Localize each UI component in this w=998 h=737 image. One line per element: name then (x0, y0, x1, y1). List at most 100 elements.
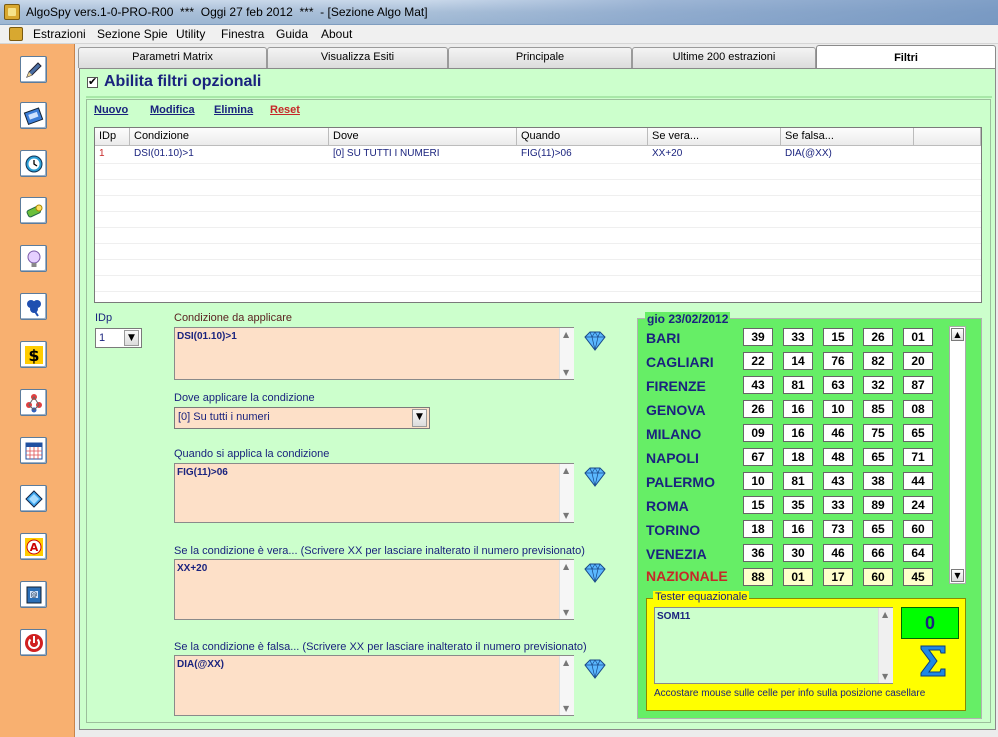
number-cell[interactable]: 64 (903, 544, 933, 562)
menu-guida[interactable]: Guida (276, 27, 308, 41)
number-cell[interactable]: 15 (743, 496, 773, 514)
cell-quando[interactable]: FIG(11)>06 (517, 148, 572, 159)
filters-table[interactable]: IDp Condizione Dove Quando Se vera... Se… (94, 127, 982, 303)
power-icon[interactable] (20, 629, 47, 656)
number-cell[interactable]: 46 (823, 544, 853, 562)
scrollbar[interactable]: ▲ ▼ (878, 608, 893, 683)
number-cell[interactable]: 63 (823, 376, 853, 394)
abilita-filtri-checkbox[interactable] (87, 75, 98, 88)
number-cell[interactable]: 87 (903, 376, 933, 394)
scrollbar[interactable]: ▲ ▼ (559, 464, 574, 522)
tab-parametri-matrix[interactable]: Parametri Matrix (78, 47, 267, 68)
diamond-icon[interactable] (582, 561, 608, 585)
number-cell[interactable]: 76 (823, 352, 853, 370)
tab-principale[interactable]: Principale (448, 47, 632, 68)
torch-icon[interactable] (20, 197, 47, 224)
book-icon[interactable] (20, 102, 47, 129)
number-cell[interactable]: 18 (743, 520, 773, 538)
app-icon[interactable] (4, 4, 20, 20)
calendar-icon[interactable] (20, 437, 47, 464)
number-cell[interactable]: 24 (903, 496, 933, 514)
tester-textarea[interactable]: SOM11 ▲ ▼ (654, 607, 893, 684)
number-cell[interactable]: 71 (903, 448, 933, 466)
number-cell[interactable]: 16 (783, 400, 813, 418)
scroll-up-icon[interactable]: ▲ (882, 610, 888, 619)
number-cell[interactable]: 35 (783, 496, 813, 514)
number-cell-nazionale[interactable]: 60 (863, 568, 893, 586)
number-cell[interactable]: 10 (823, 400, 853, 418)
number-cell[interactable]: 67 (743, 448, 773, 466)
number-cell[interactable]: 65 (863, 448, 893, 466)
scroll-down-icon[interactable]: ▼ (882, 672, 888, 681)
cell-se-falsa[interactable]: DIA(@XX) (781, 148, 832, 159)
diamond-icon[interactable] (582, 465, 608, 489)
number-cell-nazionale[interactable]: 17 (823, 568, 853, 586)
column-header-se-falsa[interactable]: Se falsa... (781, 128, 914, 146)
cell-se-vera[interactable]: XX+20 (648, 148, 682, 159)
column-header-condizione[interactable]: Condizione (130, 128, 329, 146)
lightbulb-icon[interactable] (20, 245, 47, 272)
clock-icon[interactable] (20, 150, 47, 177)
number-cell[interactable]: 36 (743, 544, 773, 562)
number-cell[interactable]: 81 (783, 376, 813, 394)
letter-a-icon[interactable]: A (20, 533, 47, 560)
number-cell[interactable]: 18 (783, 448, 813, 466)
number-cell[interactable]: 22 (743, 352, 773, 370)
scroll-down-icon[interactable]: ▼ (563, 608, 569, 617)
number-cell[interactable]: 08 (903, 400, 933, 418)
scroll-up-icon[interactable]: ▲ (563, 658, 569, 667)
number-cell[interactable]: 16 (783, 424, 813, 442)
scroll-down-icon[interactable]: ▼ (563, 704, 569, 713)
column-header-dove[interactable]: Dove (329, 128, 517, 146)
number-cell[interactable]: 75 (863, 424, 893, 442)
tab-visualizza-esiti[interactable]: Visualizza Esiti (267, 47, 448, 68)
number-cell[interactable]: 43 (743, 376, 773, 394)
dove-select[interactable]: [0] Su tutti i numeri ▼ (174, 407, 430, 429)
modifica-link[interactable]: Modifica (150, 104, 195, 116)
extraction-scrollbar[interactable]: ▲ ▼ (949, 326, 966, 584)
number-cell[interactable]: 10 (743, 472, 773, 490)
number-cell[interactable]: 89 (863, 496, 893, 514)
number-cell[interactable]: 43 (823, 472, 853, 490)
number-cell[interactable]: 85 (863, 400, 893, 418)
idp-select[interactable]: 1 ▼ (95, 328, 142, 348)
column-header-idp[interactable]: IDp (95, 128, 130, 146)
number-cell-nazionale[interactable]: 01 (783, 568, 813, 586)
chevron-down-icon[interactable]: ▼ (412, 409, 427, 427)
network-icon[interactable] (20, 389, 47, 416)
number-cell[interactable]: 20 (903, 352, 933, 370)
number-cell[interactable]: 14 (783, 352, 813, 370)
cell-idp[interactable]: 1 (95, 148, 105, 159)
mdi-child-icon[interactable] (9, 27, 23, 41)
diamond-icon[interactable] (582, 657, 608, 681)
elimina-link[interactable]: Elimina (214, 104, 253, 116)
scroll-up-icon[interactable]: ▲ (563, 466, 569, 475)
number-cell[interactable]: 26 (863, 328, 893, 346)
number-cell[interactable]: 01 (903, 328, 933, 346)
number-cell[interactable]: 44 (903, 472, 933, 490)
menu-estrazioni[interactable]: Estrazioni (33, 27, 86, 41)
reset-link[interactable]: Reset (270, 104, 300, 116)
number-cell[interactable]: 65 (863, 520, 893, 538)
abilita-filtri-label[interactable]: Abilita filtri opzionali (104, 73, 261, 91)
cell-condizione[interactable]: DSI(01.10)>1 (130, 148, 194, 159)
scroll-up-icon[interactable]: ▲ (563, 562, 569, 571)
se-vera-textarea[interactable]: XX+20 ▲ ▼ (174, 559, 574, 620)
scrollbar[interactable]: ▲ ▼ (559, 656, 574, 715)
scroll-up-icon[interactable]: ▲ (563, 330, 569, 339)
scroll-down-icon[interactable]: ▼ (563, 511, 569, 520)
se-falsa-textarea[interactable]: DIA(@XX) ▲ ▼ (174, 655, 574, 716)
column-header-quando[interactable]: Quando (517, 128, 648, 146)
quando-textarea[interactable]: FIG(11)>06 ▲ ▼ (174, 463, 574, 523)
number-cell[interactable]: 33 (823, 496, 853, 514)
menu-finestra[interactable]: Finestra (221, 27, 264, 41)
number-cell-nazionale[interactable]: 88 (743, 568, 773, 586)
number-cell[interactable]: 30 (783, 544, 813, 562)
number-cell[interactable]: 38 (863, 472, 893, 490)
number-cell[interactable]: 60 (903, 520, 933, 538)
dollar-icon[interactable]: $ (20, 341, 47, 368)
scrollbar[interactable]: ▲ ▼ (559, 560, 574, 619)
number-cell-nazionale[interactable]: 45 (903, 568, 933, 586)
number-cell[interactable]: 39 (743, 328, 773, 346)
number-cell[interactable]: 16 (783, 520, 813, 538)
